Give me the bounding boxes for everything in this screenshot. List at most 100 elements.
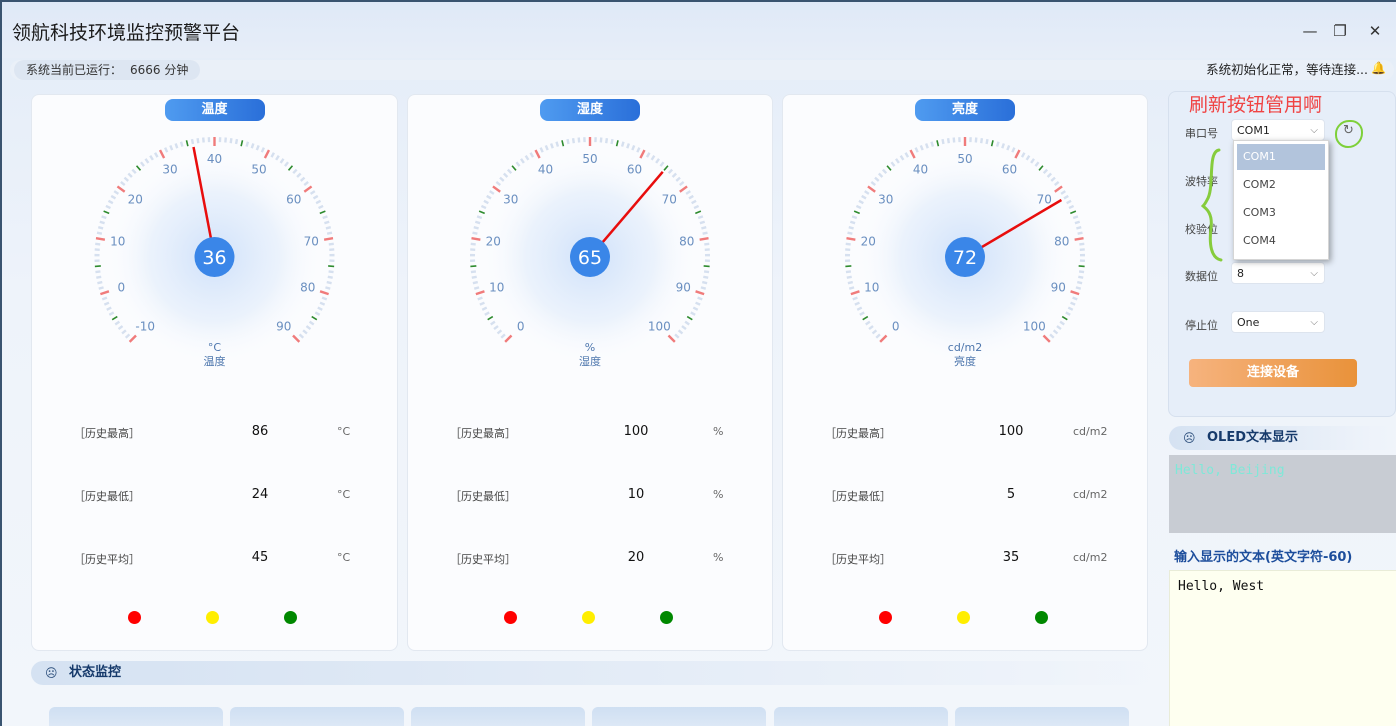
minor-tick bbox=[1070, 210, 1077, 215]
minor-tick bbox=[305, 325, 312, 331]
minor-tick bbox=[856, 306, 863, 311]
minor-tick bbox=[484, 311, 490, 316]
tick-label: 10 bbox=[489, 280, 504, 294]
minor-tick bbox=[847, 231, 853, 235]
tick-label: 20 bbox=[486, 235, 501, 249]
gauge-title: 亮度 bbox=[915, 99, 1015, 121]
connect-device-button[interactable]: 连接设备 bbox=[1189, 359, 1357, 387]
oled-input-value: Hello, West bbox=[1178, 579, 1265, 594]
yellow-indicator bbox=[582, 611, 595, 624]
major-tick bbox=[292, 334, 301, 343]
green-indicator bbox=[1035, 611, 1048, 624]
minor-tick bbox=[605, 138, 609, 144]
minor-tick bbox=[865, 320, 871, 326]
stat-label: ［历史最高］ bbox=[74, 427, 140, 440]
minor-tick bbox=[1068, 204, 1075, 210]
minor-tick bbox=[529, 152, 535, 158]
minor-tick bbox=[506, 168, 513, 174]
minor-tick bbox=[95, 242, 101, 246]
oled-text-input[interactable]: Hello, West bbox=[1169, 570, 1396, 726]
close-button[interactable]: ✕ bbox=[1363, 20, 1387, 42]
minor-tick bbox=[476, 215, 483, 220]
minor-tick bbox=[131, 168, 137, 174]
minimize-button[interactable]: — bbox=[1298, 20, 1322, 42]
minor-tick bbox=[868, 325, 874, 331]
minor-tick bbox=[250, 143, 255, 149]
tick-label: 20 bbox=[128, 192, 143, 206]
yellow-indicator bbox=[957, 611, 970, 624]
minor-tick bbox=[154, 152, 159, 158]
minor-tick bbox=[930, 141, 935, 147]
title-bar: 领航科技环境监控预警平台 — ❐ ✕ bbox=[2, 2, 1396, 58]
stat-label: ［历史最高］ bbox=[450, 427, 516, 440]
minor-tick bbox=[315, 199, 322, 205]
major-tick bbox=[846, 237, 856, 241]
minor-tick bbox=[678, 181, 685, 187]
tick-label: 70 bbox=[304, 235, 319, 249]
stat-unit: % bbox=[713, 425, 724, 438]
minor-tick bbox=[499, 176, 505, 182]
minor-tick bbox=[324, 220, 330, 225]
minor-tick bbox=[861, 194, 867, 200]
minor-tick bbox=[318, 204, 324, 210]
restore-button[interactable]: ❐ bbox=[1328, 20, 1352, 42]
minor-tick bbox=[693, 204, 700, 210]
minor-tick bbox=[862, 315, 869, 321]
minor-tick bbox=[941, 138, 945, 145]
minor-tick bbox=[174, 143, 179, 149]
minor-tick bbox=[1077, 231, 1083, 235]
refresh-button[interactable]: ↻ bbox=[1335, 120, 1363, 148]
tick-label: 40 bbox=[913, 163, 928, 177]
minor-tick bbox=[524, 155, 530, 161]
minor-tick bbox=[110, 194, 117, 200]
major-tick bbox=[909, 149, 916, 159]
port-select[interactable]: COM1 ⌵ bbox=[1231, 119, 1325, 141]
minor-tick bbox=[101, 215, 107, 220]
minor-tick bbox=[473, 225, 479, 230]
stat-label: ［历史最高］ bbox=[825, 427, 891, 440]
minor-tick bbox=[196, 138, 200, 144]
serial-config-panel: 刷新按钮管用啊 串口号 COM1 ⌵ ↻ 波特率 校验位 数据位 8 ⌵ 停止位… bbox=[1168, 91, 1396, 417]
minor-tick bbox=[495, 181, 502, 187]
minor-tick bbox=[845, 270, 852, 274]
minor-tick bbox=[292, 168, 298, 174]
minor-tick bbox=[874, 176, 880, 182]
minor-tick bbox=[149, 155, 154, 161]
minor-tick bbox=[1042, 168, 1049, 174]
dropdown-option-com1[interactable]: COM1 bbox=[1237, 144, 1325, 170]
minor-tick bbox=[1076, 280, 1083, 285]
dropdown-option-com4[interactable]: COM4 bbox=[1237, 228, 1325, 254]
minor-tick bbox=[314, 311, 321, 316]
oled-input-label: 输入显示的文本(英文字符-60) bbox=[1174, 550, 1353, 565]
minor-tick bbox=[881, 168, 888, 174]
minor-tick bbox=[108, 311, 115, 316]
stat-value: 24 bbox=[251, 487, 269, 502]
major-tick bbox=[879, 334, 888, 343]
stopbits-select[interactable]: One ⌵ bbox=[1231, 311, 1325, 333]
stat-unit: cd/m2 bbox=[1073, 425, 1108, 438]
minor-tick bbox=[704, 242, 710, 246]
minor-tick bbox=[275, 155, 280, 161]
major-tick bbox=[128, 334, 137, 343]
dropdown-option-com2[interactable]: COM2 bbox=[1237, 172, 1325, 198]
minor-tick bbox=[105, 204, 111, 210]
minor-tick bbox=[1075, 286, 1082, 290]
bell-icon[interactable]: 🔔 bbox=[1371, 61, 1386, 75]
major-tick bbox=[1042, 334, 1051, 343]
refresh-icon: ↻ bbox=[1343, 123, 1354, 138]
major-tick bbox=[95, 237, 106, 241]
major-tick bbox=[699, 237, 709, 241]
status-monitor-header: ☹ 状态监控 bbox=[31, 661, 1151, 685]
minor-tick bbox=[270, 152, 275, 158]
tick-label: 70 bbox=[1037, 192, 1052, 206]
minor-tick bbox=[144, 158, 150, 164]
gauge-unit: % bbox=[585, 341, 595, 354]
stat-value: 100 bbox=[623, 424, 649, 439]
gauge-dial: 0 10 20 30 40 50 60 70 80 90 100 72 cd/m2亮度 bbox=[844, 137, 1086, 368]
minor-tick bbox=[325, 225, 332, 230]
databits-select[interactable]: 8 ⌵ bbox=[1231, 262, 1325, 284]
major-tick bbox=[850, 290, 860, 296]
dropdown-option-com3[interactable]: COM3 bbox=[1237, 200, 1325, 226]
minor-tick bbox=[245, 141, 250, 147]
minor-tick bbox=[101, 296, 108, 301]
